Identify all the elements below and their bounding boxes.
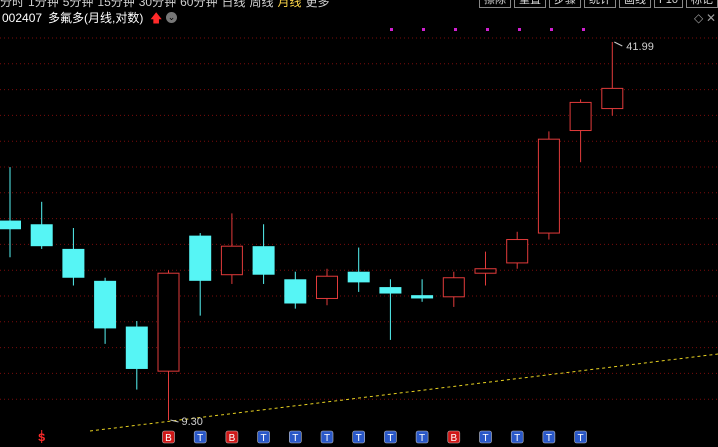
marker-label: T <box>197 433 203 444</box>
magenta-dot <box>422 28 425 31</box>
magenta-dot <box>390 28 393 31</box>
marker-label: T <box>387 433 393 444</box>
candle-body-up <box>157 272 180 372</box>
candle-body-down <box>30 224 53 247</box>
magenta-dot <box>518 28 521 31</box>
magenta-dot <box>550 28 553 31</box>
marker-label: B <box>229 433 236 444</box>
candle-body-up <box>316 275 338 299</box>
candle-body-down <box>62 248 85 278</box>
high-price-label: 41.99 <box>626 41 654 53</box>
candle-body-down <box>347 271 370 283</box>
marker-label: T <box>578 433 584 444</box>
candle-body-up <box>537 138 560 234</box>
marker-label: B <box>450 433 457 444</box>
marker-label: T <box>514 433 520 444</box>
candle-body-up <box>442 277 465 298</box>
candle-body-down <box>94 280 117 329</box>
marker-label: B <box>165 433 172 444</box>
high-pointer <box>614 41 623 47</box>
candle-body-down <box>379 287 402 294</box>
marker-label: T <box>482 433 488 444</box>
candle-body-down <box>125 326 148 369</box>
magenta-dot <box>486 28 489 31</box>
candle-body-down <box>0 220 21 230</box>
marker-label: T <box>546 433 552 444</box>
candle-body-down <box>411 295 434 299</box>
candlestick-chart[interactable]: SBTBTTTTTTBTTTT41.999.30 <box>0 0 718 447</box>
candle-body-up <box>601 87 624 110</box>
marker-label: T <box>356 433 362 444</box>
low-price-label: 9.30 <box>182 416 203 428</box>
candle-body-down <box>189 235 212 281</box>
candle-body-down <box>284 279 307 304</box>
magenta-dot <box>582 28 585 31</box>
marker-label: T <box>292 433 298 444</box>
magenta-dot <box>454 28 457 31</box>
candle-body-up <box>220 245 243 276</box>
candle-body-down <box>252 246 275 275</box>
marker-label: T <box>324 433 330 444</box>
marker-label: T <box>261 433 267 444</box>
candle-body-up <box>569 101 592 132</box>
candle-body-up <box>506 239 529 264</box>
candle-body-up <box>474 268 497 274</box>
marker-label: T <box>419 433 425 444</box>
